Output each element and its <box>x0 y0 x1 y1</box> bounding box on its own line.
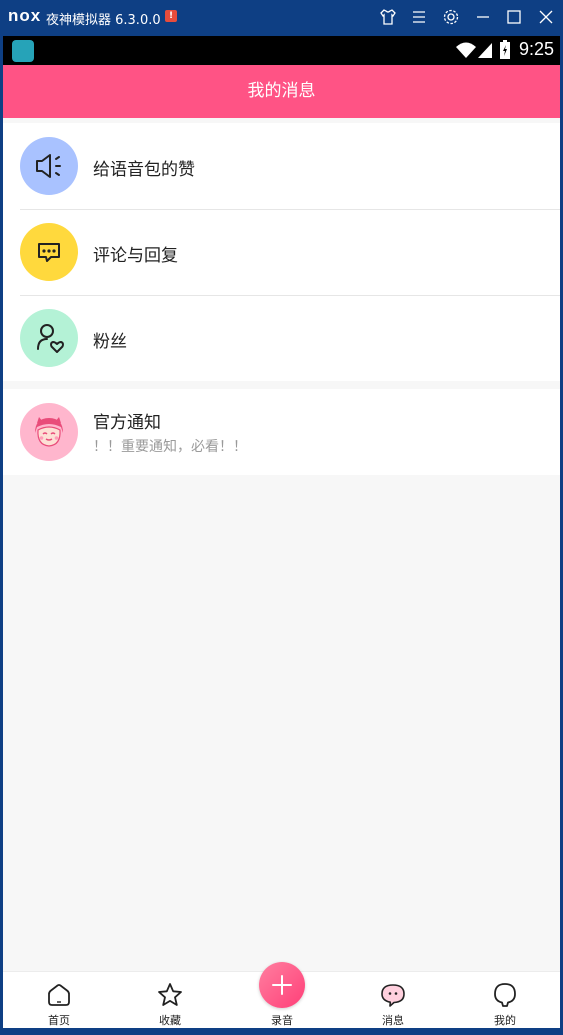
nav-item-mine[interactable]: 我的 <box>475 972 535 1028</box>
official-notice[interactable]: 官方通知 ！！重要通知，必看！！ <box>3 389 560 475</box>
app-bar: 我的消息 <box>3 65 560 118</box>
comment-icon <box>20 223 78 281</box>
page-title: 我的消息 <box>247 81 316 101</box>
list-item-likes[interactable]: 给语音包的赞 <box>3 123 560 209</box>
android-screen: 9:25 我的消息 给语音包的赞 评论与回复 粉丝 官方通知 ！！重要通知，必看… <box>3 36 560 1028</box>
list-item-comments[interactable]: 评论与回复 <box>3 209 560 295</box>
nav-label: 首页 <box>48 1014 70 1027</box>
alert-badge[interactable]: ! <box>165 10 177 22</box>
notice-subtitle: ！！重要通知，必看！！ <box>93 439 247 455</box>
signal-icon <box>478 43 492 58</box>
fan-icon <box>20 309 78 367</box>
chat-icon <box>381 984 405 1007</box>
list-item-label: 给语音包的赞 <box>93 160 195 180</box>
profile-icon <box>494 983 516 1007</box>
home-icon <box>48 984 70 1006</box>
star-icon <box>158 983 182 1006</box>
emulator-title: 夜神模拟器 6.3.0.0 <box>46 13 161 28</box>
shirt-icon[interactable] <box>377 6 399 28</box>
record-button[interactable] <box>259 962 305 1008</box>
nox-logo: nox <box>8 6 42 25</box>
status-bar: 9:25 <box>3 36 560 65</box>
maximize-icon[interactable] <box>503 6 525 28</box>
nav-item-home[interactable]: 首页 <box>29 972 89 1028</box>
wifi-icon <box>456 42 476 58</box>
gear-icon[interactable] <box>440 6 462 28</box>
message-categories: 给语音包的赞 评论与回复 粉丝 <box>3 123 560 381</box>
menu-icon[interactable] <box>408 6 430 28</box>
minimize-icon[interactable] <box>472 6 494 28</box>
plus-icon <box>272 975 292 995</box>
nav-item-favorites[interactable]: 收藏 <box>140 972 200 1028</box>
nav-label: 录音 <box>271 1014 293 1027</box>
battery-icon <box>500 40 510 59</box>
status-time: 9:25 <box>518 39 554 59</box>
list-item-label: 评论与回复 <box>93 246 178 266</box>
close-icon[interactable] <box>535 6 557 28</box>
girl-avatar-icon <box>20 403 78 461</box>
nav-label: 收藏 <box>159 1014 181 1027</box>
list-item-label: 粉丝 <box>93 332 127 352</box>
notice-title: 官方通知 <box>93 413 161 433</box>
megaphone-icon <box>20 137 78 195</box>
app-notification-icon <box>12 40 34 62</box>
nav-item-messages[interactable]: 消息 <box>363 972 423 1028</box>
nav-label: 消息 <box>382 1014 404 1027</box>
emulator-titlebar: nox 夜神模拟器 6.3.0.0 ! <box>0 0 563 34</box>
nav-label: 我的 <box>494 1014 516 1027</box>
list-item-fans[interactable]: 粉丝 <box>3 295 560 381</box>
